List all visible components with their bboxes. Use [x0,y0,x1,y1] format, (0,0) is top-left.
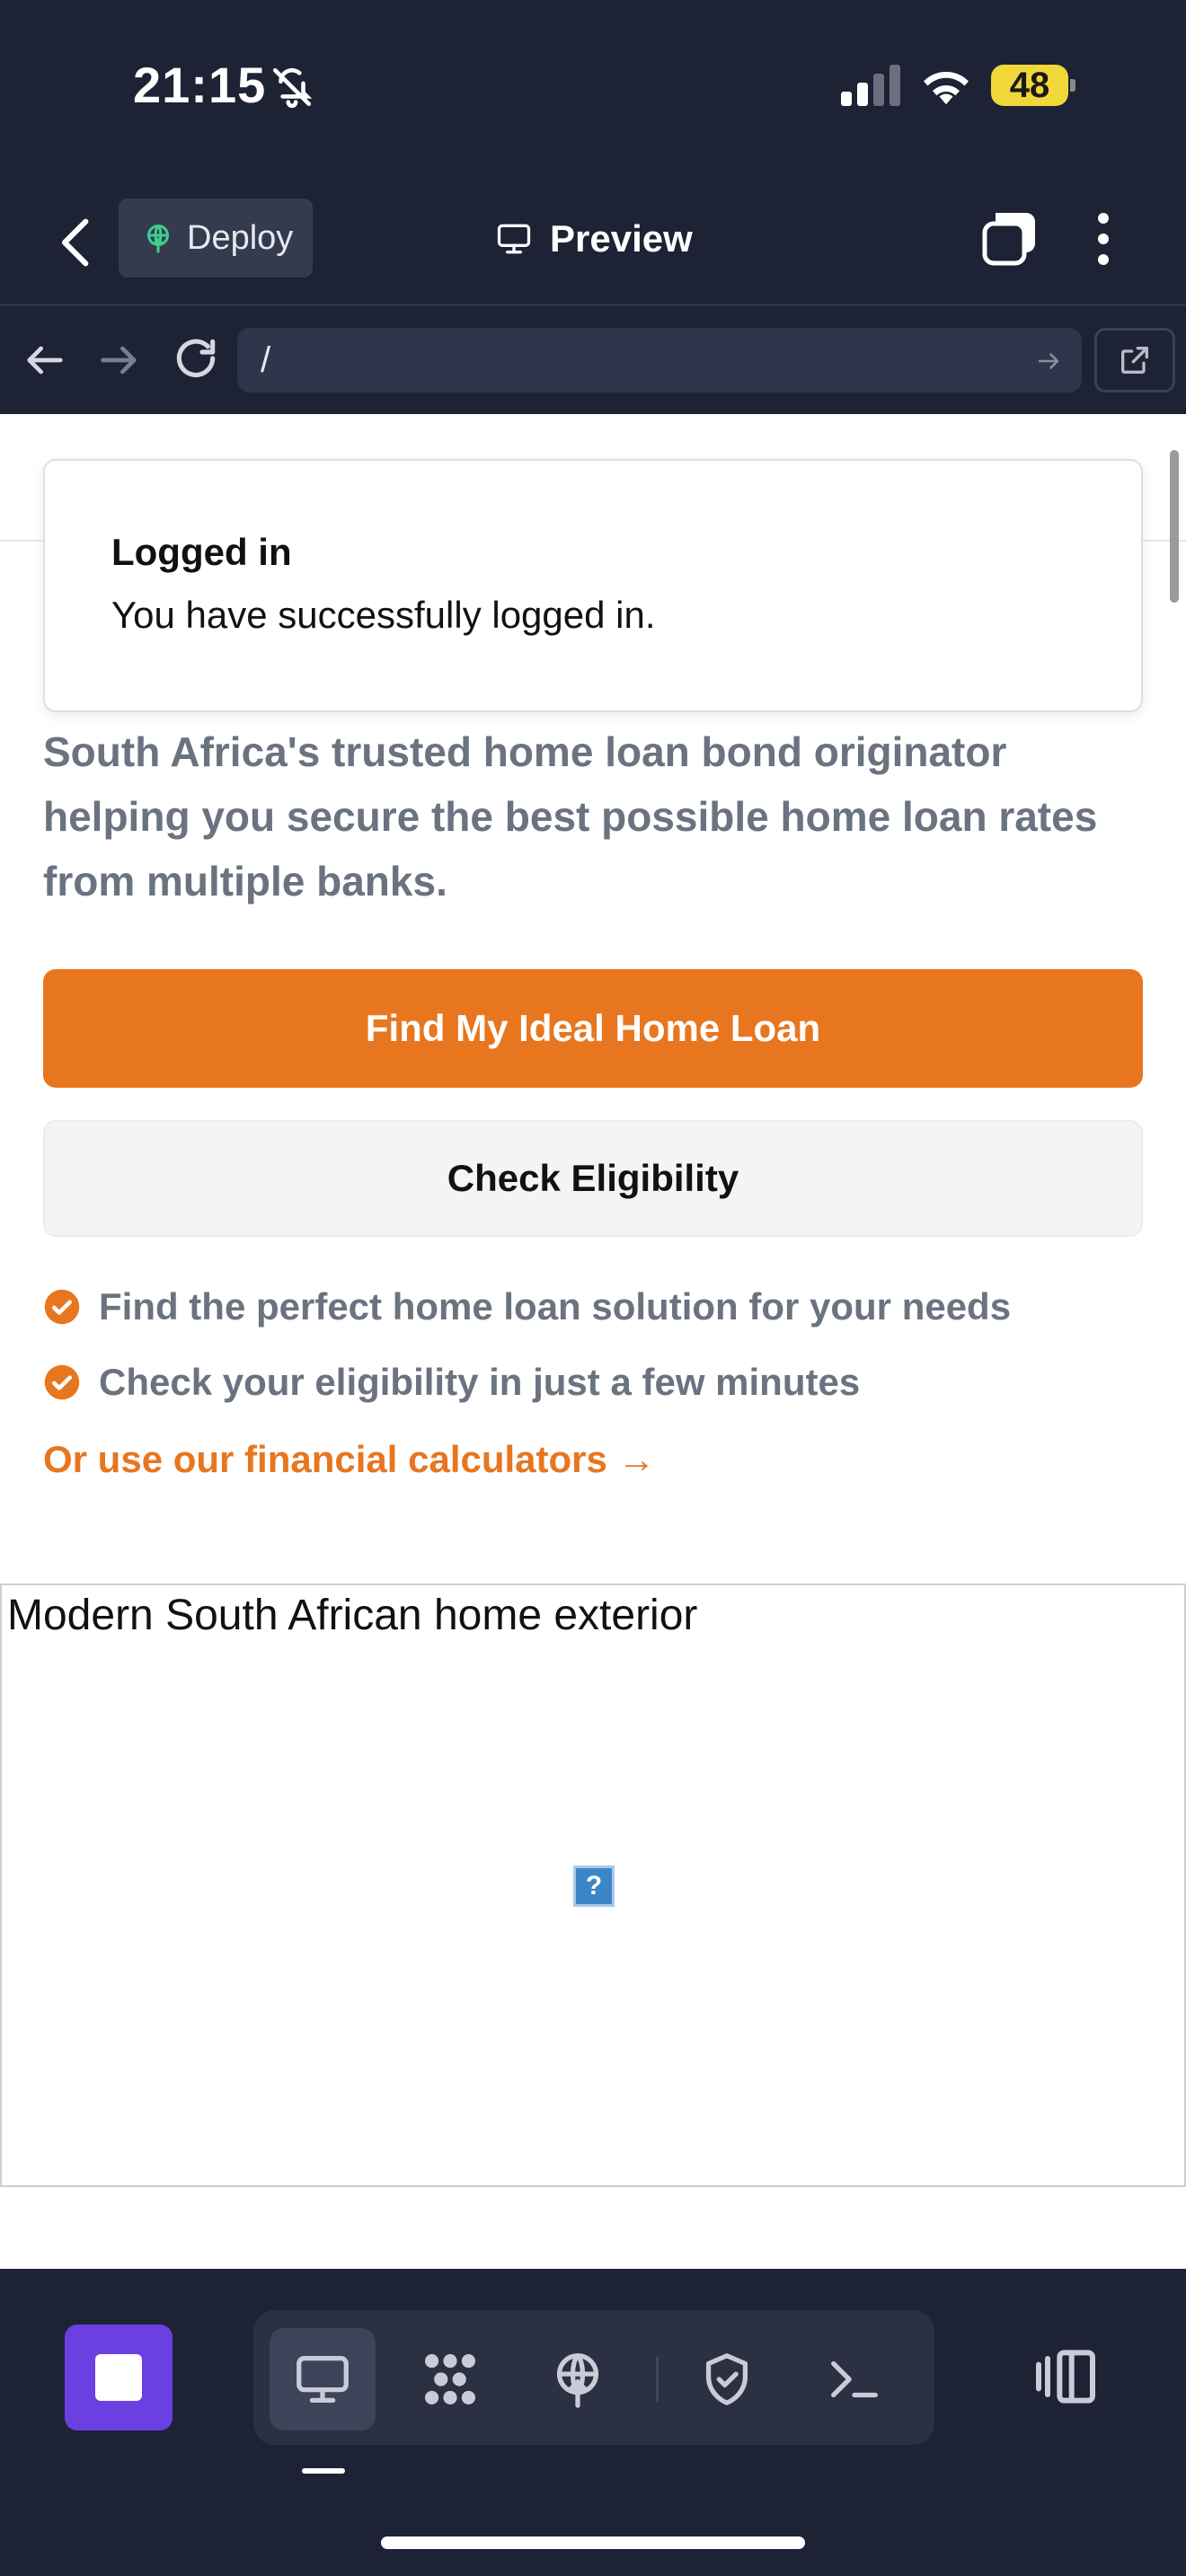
preview-title: Preview [494,207,693,270]
battery-indicator: 48 [991,65,1075,106]
url-input[interactable]: / [237,328,1082,393]
deploy-button[interactable]: Deploy [119,198,313,278]
security-tool-button[interactable] [674,2328,780,2430]
toast-message: You have successfully logged in. [111,594,656,636]
shield-check-icon [705,2353,748,2405]
check-circle-icon [44,1289,80,1325]
stop-button[interactable] [65,2325,173,2430]
browser-forward-arrow-icon[interactable] [95,337,142,384]
feature-item: Find the perfect home loan solution for … [43,1269,1157,1345]
split-panel-icon[interactable] [1030,2341,1102,2413]
open-external-button[interactable] [1094,328,1175,393]
active-tool-indicator [302,2468,345,2474]
check-circle-icon [44,1364,80,1400]
login-toast: Logged in You have successfully logged i… [43,459,1143,712]
reload-icon[interactable] [171,333,221,384]
stop-square-icon [95,2354,142,2401]
deploy-label: Deploy [187,218,294,257]
feature-text: Check your eligibility in just a few min… [99,1361,861,1403]
back-chevron-icon[interactable] [52,211,102,274]
scrollbar[interactable] [1170,450,1179,603]
hero-image-broken: Modern South African home exterior ? [0,1584,1186,2187]
more-options-icon[interactable] [1085,207,1121,270]
bottom-dock [0,2269,1186,2576]
feature-list: Find the perfect home loan solution for … [43,1269,1157,1420]
broken-image-icon: ? [573,1866,615,1907]
monitor-icon [296,2356,349,2403]
preview-tool-button[interactable] [270,2328,376,2430]
agents-tool-button[interactable] [397,2328,503,2430]
status-bar: 21:15 48 [0,0,1186,171]
monitor-icon [497,224,531,254]
status-time: 21:15 [133,57,267,113]
app-header: Deploy Preview [0,184,1186,301]
preview-label: Preview [550,217,693,260]
find-home-loan-button[interactable]: Find My Ideal Home Loan [43,969,1143,1088]
globe-deploy-icon [556,2353,599,2408]
image-alt-text: Modern South African home exterior [7,1592,698,1639]
home-indicator[interactable] [381,2536,805,2549]
web-preview: Logged in You have successfully logged i… [0,414,1186,2269]
bell-muted-icon [272,67,313,109]
terminal-icon [831,2360,878,2398]
browser-bar: / [0,306,1186,414]
feature-item: Check your eligibility in just a few min… [43,1345,1157,1420]
deploy-tool-button[interactable] [525,2328,631,2430]
wifi-icon [924,72,969,105]
tool-separator [656,2357,659,2402]
url-text: / [261,340,271,380]
tabs-icon[interactable] [979,207,1042,270]
feature-text: Find the perfect home loan solution for … [99,1285,1012,1328]
globe-deploy-icon [147,225,169,253]
hero-description: South Africa's trusted home loan bond or… [43,728,1098,904]
tool-switcher [253,2310,934,2445]
terminal-tool-button[interactable] [801,2328,907,2430]
cellular-signal-icon [841,65,900,106]
url-go-arrow-icon[interactable] [1035,348,1062,375]
financial-calculators-link[interactable]: Or use our financial calculators → [43,1438,656,1481]
toast-title: Logged in [111,531,292,573]
external-link-icon [1121,347,1148,374]
browser-back-arrow-icon[interactable] [22,337,68,384]
grid-dots-icon [425,2354,475,2404]
check-eligibility-button[interactable]: Check Eligibility [43,1120,1143,1237]
